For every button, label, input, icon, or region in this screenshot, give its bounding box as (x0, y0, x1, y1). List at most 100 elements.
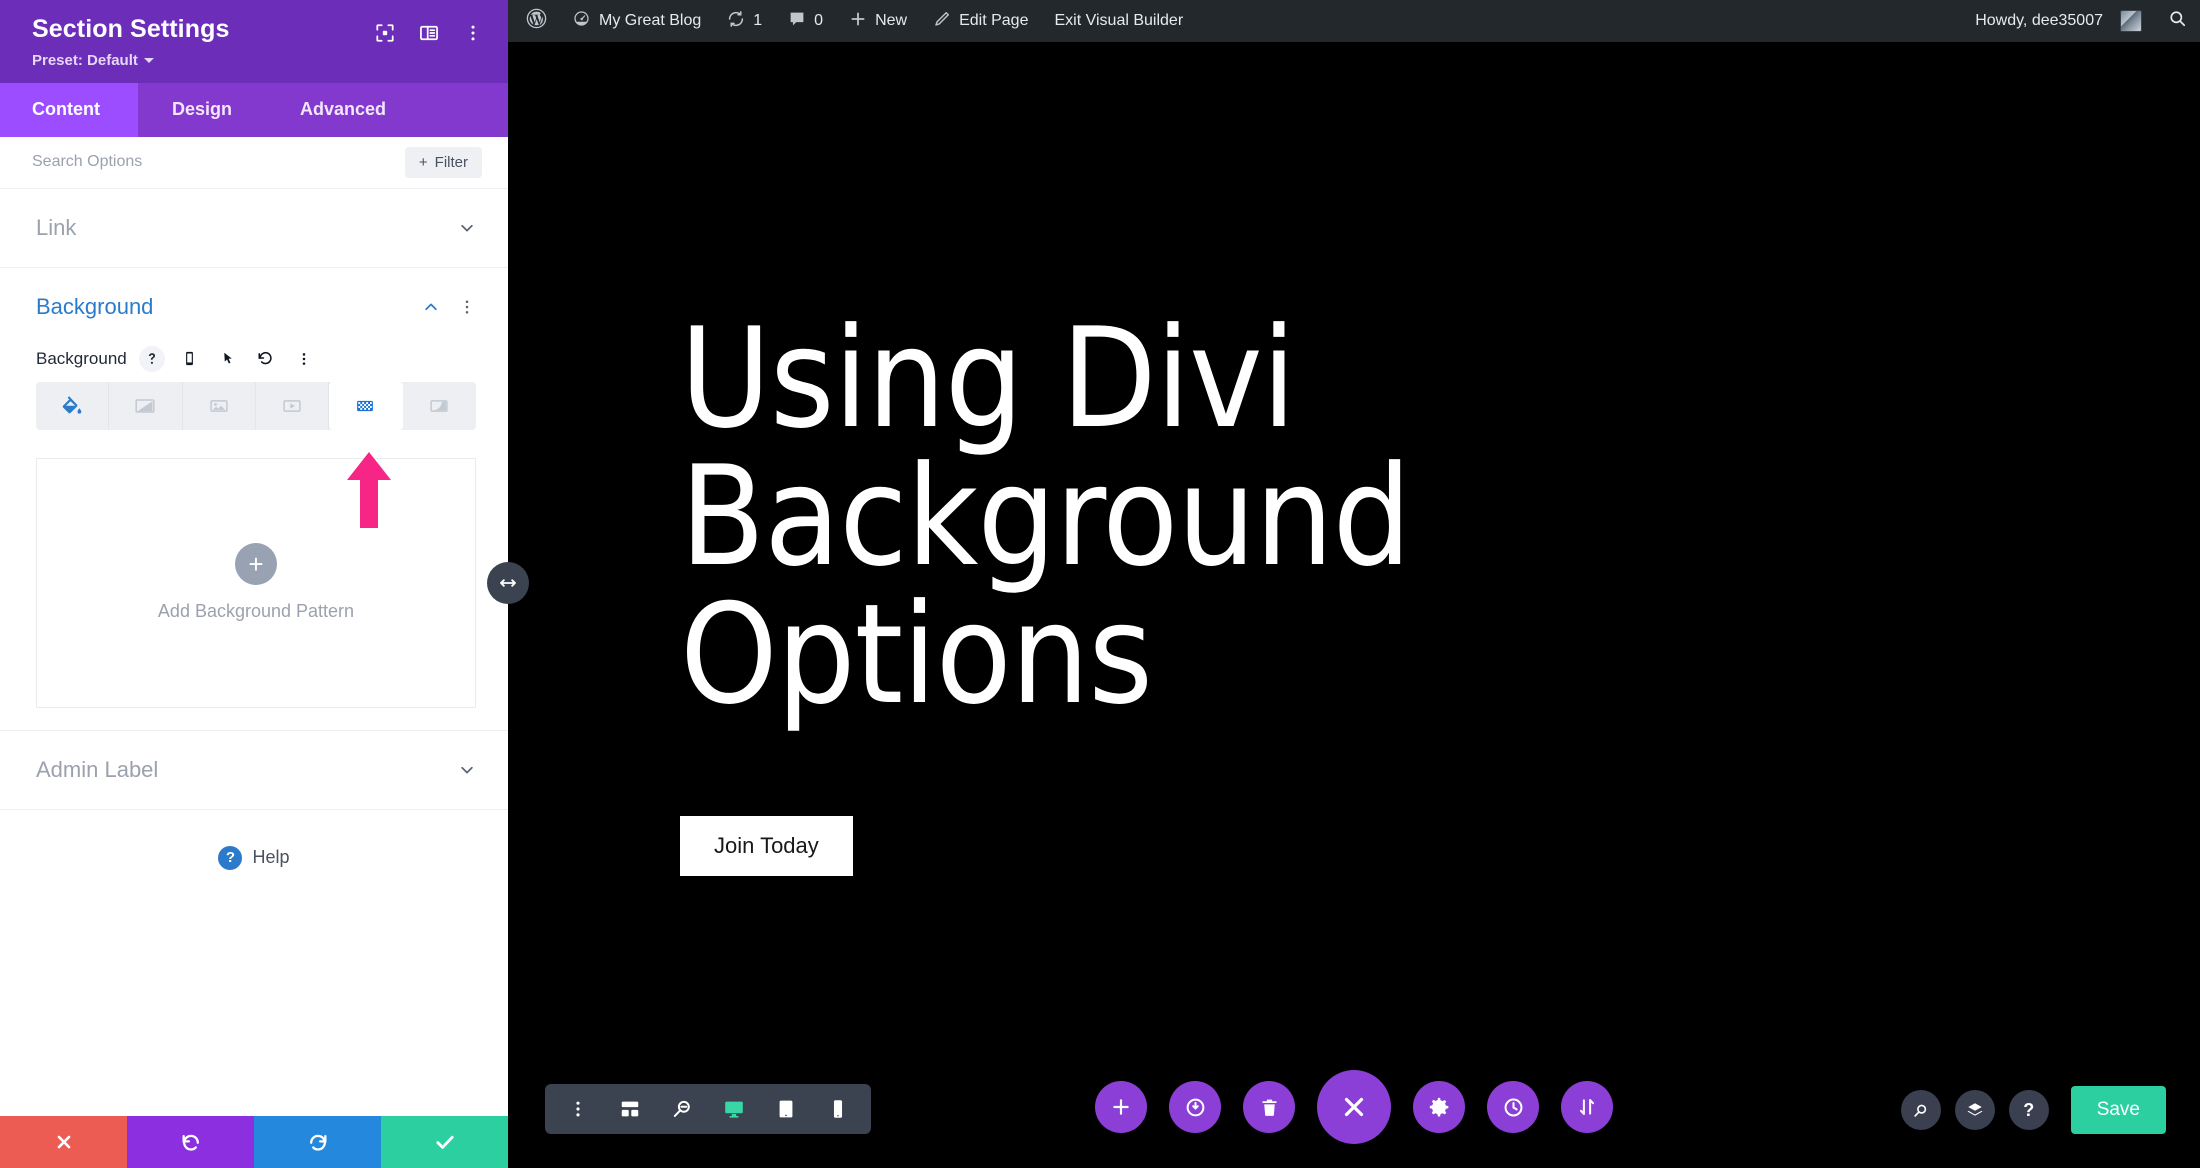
phone-icon[interactable] (813, 1084, 863, 1134)
background-mask-icon[interactable] (403, 382, 476, 430)
search-button[interactable] (1900, 1090, 1941, 1130)
more-vertical-icon[interactable] (291, 346, 317, 372)
background-pattern-icon[interactable] (329, 381, 403, 430)
chevron-up-icon[interactable] (422, 298, 440, 316)
account-menu[interactable]: Howdy, dee35007 (1962, 0, 2155, 42)
background-gradient-icon[interactable] (109, 381, 183, 430)
background-color-icon[interactable] (36, 381, 110, 430)
updates-icon (727, 10, 745, 33)
tablet-icon[interactable] (761, 1084, 811, 1134)
exit-visual-builder-label: Exit Visual Builder (1054, 12, 1184, 29)
filter-button-label: Filter (434, 153, 468, 171)
close-menu-button[interactable] (1317, 1070, 1391, 1144)
tab-advanced[interactable]: Advanced (266, 83, 420, 137)
wordpress-logo-icon (526, 8, 547, 34)
tab-design[interactable]: Design (138, 83, 266, 137)
settings-button[interactable] (1413, 1081, 1465, 1133)
edit-page-label: Edit Page (959, 12, 1029, 29)
group-background[interactable]: Background (0, 268, 508, 330)
group-link-label: Link (36, 214, 77, 240)
page-title: Using Divi Background Options (680, 298, 1411, 735)
focus-icon[interactable] (372, 20, 398, 46)
zoom-out-icon[interactable] (657, 1084, 707, 1134)
new-content-menu[interactable]: New (836, 0, 920, 42)
cancel-button[interactable] (0, 1116, 127, 1168)
hero-section: Using Divi Background Options Join Today (680, 310, 2140, 876)
group-background-controls (422, 298, 476, 316)
redo-button[interactable] (254, 1116, 381, 1168)
add-background-pattern-label: Add Background Pattern (157, 601, 355, 621)
search-icon (2168, 9, 2187, 33)
layout-panel-icon[interactable] (416, 20, 442, 46)
desktop-icon[interactable] (709, 1084, 759, 1134)
panel-header-icons (372, 16, 486, 46)
divi-visual-builder-screen: Using Divi Background Options Join Today… (0, 0, 2200, 1168)
layers-button[interactable] (1954, 1090, 1995, 1130)
panel-title-group: Section Settings Preset: Default (32, 15, 229, 69)
cursor-icon[interactable] (215, 346, 241, 372)
save-changes-button[interactable] (381, 1116, 508, 1168)
join-today-button[interactable]: Join Today (680, 816, 853, 876)
builder-right-controls: ? Save (1900, 1086, 2166, 1134)
background-field-label-row: Background (36, 330, 476, 382)
page-canvas: Using Divi Background Options Join Today (508, 42, 2200, 1168)
background-video-icon[interactable] (256, 381, 330, 430)
mobile-icon[interactable] (177, 346, 203, 372)
updates-count: 1 (753, 12, 763, 29)
preset-selector[interactable]: Preset: Default (32, 52, 229, 69)
more-vertical-icon[interactable] (553, 1084, 603, 1134)
filter-button[interactable]: + Filter (404, 146, 482, 178)
settings-panel-actions (0, 1116, 508, 1168)
options-body: Link Background Background + Add Backgro… (0, 188, 508, 1116)
panel-resize-handle[interactable] (487, 562, 529, 604)
site-name-menu[interactable]: My Great Blog (559, 0, 714, 42)
group-link[interactable]: Link (0, 189, 508, 268)
toggle-builder-button[interactable] (1169, 1081, 1221, 1133)
background-field-section: Background + Add Background Pattern (0, 330, 508, 731)
chevron-down-icon (143, 57, 154, 63)
add-background-pattern-dropzone[interactable]: + Add Background Pattern (36, 457, 476, 708)
question-icon: ? (2023, 1099, 2035, 1120)
site-name-label: My Great Blog (599, 12, 702, 29)
add-section-button[interactable] (1095, 1081, 1147, 1133)
search-options-row: + Filter (0, 136, 508, 189)
admin-search-button[interactable] (2155, 0, 2200, 42)
tab-content[interactable]: Content (0, 82, 138, 137)
settings-tabs: Content Design Advanced (0, 82, 508, 137)
search-input[interactable] (32, 153, 393, 171)
help-button[interactable]: ? (2008, 1090, 2049, 1130)
wordpress-admin-bar: My Great Blog 1 0 New Edit Page Exit Vis… (508, 0, 2200, 42)
delete-button[interactable] (1243, 1081, 1295, 1133)
help-link[interactable]: ? Help (0, 810, 508, 906)
reset-icon[interactable] (253, 346, 279, 372)
edit-page-link[interactable]: Edit Page (920, 0, 1041, 42)
preset-label: Preset: Default (32, 51, 138, 69)
help-label: Help (252, 847, 290, 867)
updates-menu[interactable]: 1 (714, 0, 775, 42)
group-admin-label[interactable]: Admin Label (0, 731, 508, 810)
more-vertical-icon[interactable] (458, 298, 476, 316)
group-background-label: Background (36, 293, 154, 319)
group-admin-label-label: Admin Label (36, 756, 159, 782)
help-icon[interactable] (138, 345, 165, 372)
background-image-icon[interactable] (183, 381, 256, 430)
more-vertical-icon[interactable] (460, 20, 486, 46)
avatar (2120, 10, 2142, 32)
history-button[interactable] (1487, 1081, 1539, 1133)
new-content-label: New (875, 12, 908, 29)
pencil-icon (933, 10, 951, 33)
admin-bar-right: Howdy, dee35007 (1962, 0, 2200, 42)
builder-main-controls (1095, 1070, 1613, 1144)
comment-bubble-icon (788, 10, 806, 33)
exit-visual-builder-link[interactable]: Exit Visual Builder (1041, 0, 1196, 42)
portability-button[interactable] (1561, 1081, 1613, 1133)
comments-count: 0 (814, 12, 824, 29)
save-button[interactable]: Save (2070, 1086, 2166, 1134)
undo-button[interactable] (127, 1116, 254, 1168)
group-admin-label-controls (458, 761, 476, 779)
wordpress-logo-menu[interactable] (508, 0, 559, 42)
background-field-label: Background (36, 348, 127, 368)
comments-menu[interactable]: 0 (775, 0, 836, 42)
wireframe-icon[interactable] (605, 1084, 655, 1134)
section-settings-panel: Section Settings Preset: Default Content… (0, 0, 508, 1168)
